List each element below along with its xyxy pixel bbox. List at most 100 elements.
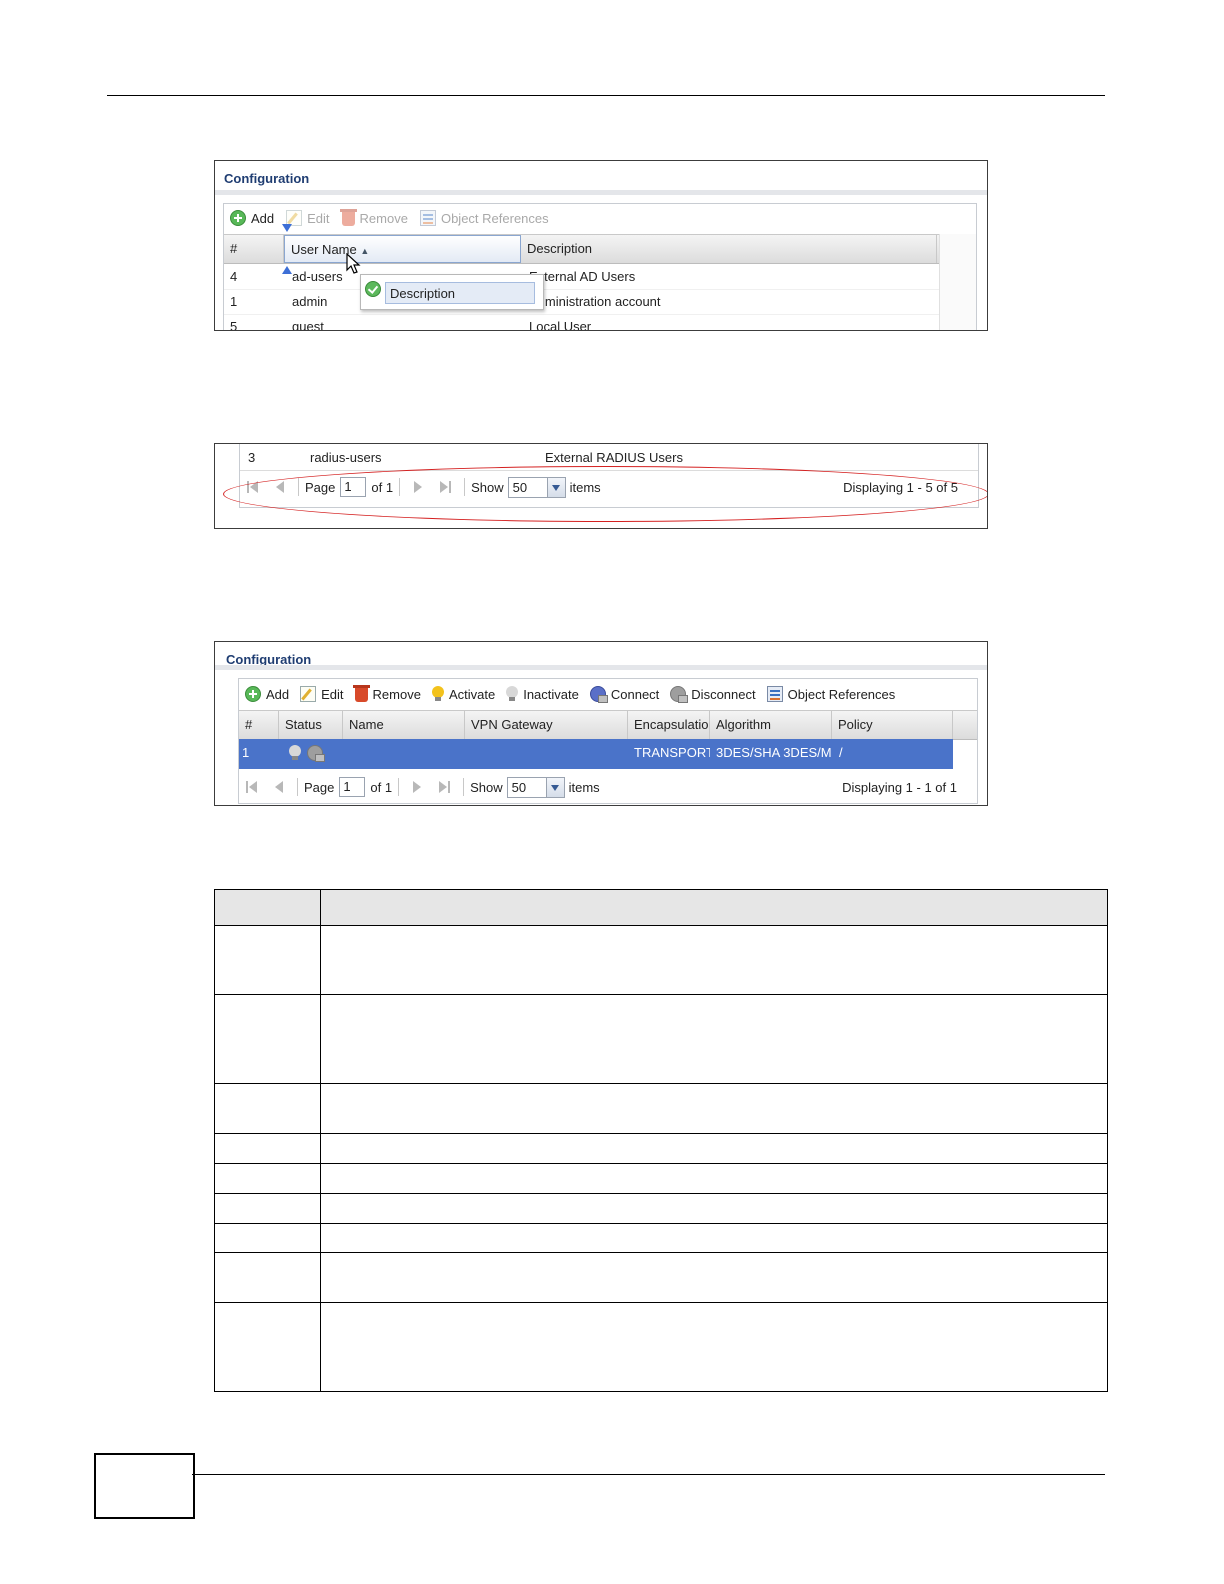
grid-header: # User Name ▲ Description [224,234,976,264]
remove-button[interactable]: Remove [352,685,421,702]
next-page-icon[interactable] [411,780,425,794]
remove-button[interactable]: Remove [339,209,408,226]
checkmark-icon [365,281,381,297]
add-icon [230,210,246,226]
row-encapsulation: TRANSPORT [634,745,710,760]
footer-rule [192,1474,1105,1475]
activate-bulb-icon [431,686,444,702]
description-cell [320,1133,1108,1164]
drop-arrow-down-icon [282,224,292,232]
column-header-algorithm[interactable]: Algorithm [710,711,832,739]
chevron-down-icon[interactable] [545,777,564,797]
row-description: Administration account [529,294,661,309]
label-cell [214,1133,321,1164]
table-row[interactable]: 5 guest Local User [224,314,976,331]
separator [463,778,465,796]
label-cell [214,1252,321,1303]
users-panel: Add Edit Remove Object References # User… [223,203,977,331]
separator [398,778,400,796]
object-references-label: Object References [440,210,549,226]
menu-item-description[interactable]: Description [385,282,535,304]
highlight-ellipse [223,466,987,522]
last-page-icon[interactable] [437,780,451,794]
edit-label: Edit [321,686,344,702]
label-cell [214,1083,321,1134]
column-header-name[interactable]: Name [343,711,465,739]
table-row [214,1302,1108,1392]
add-label: Add [251,210,275,226]
add-button[interactable]: Add [230,210,274,226]
object-references-icon [766,686,783,702]
column-header-description[interactable]: Description [521,235,937,263]
edit-label: Edit [307,210,330,226]
inactivate-bulb-icon [506,686,519,702]
page-label: Page [304,779,335,795]
object-references-icon [419,210,436,226]
table-header-row [214,889,1108,926]
row-number: 3 [248,450,256,465]
remove-label: Remove [372,686,421,702]
column-header-number[interactable]: # [239,711,279,739]
show-label: Show [470,779,503,795]
table-row[interactable]: 1 admin Administration account [224,289,976,315]
add-icon [245,686,261,702]
table-row [214,1223,1108,1253]
add-button[interactable]: Add [245,686,289,702]
activate-label: Activate [448,686,496,702]
row-number: 1 [230,294,238,309]
column-header-vpn-gateway[interactable]: VPN Gateway [465,711,628,739]
label-cell [214,1193,321,1224]
previous-page-icon[interactable] [271,780,285,794]
add-label: Add [266,686,290,702]
items-per-page-select[interactable]: 50 [506,776,565,798]
object-references-button[interactable]: Object References [766,686,896,702]
page-count-label: of 1 [370,779,393,795]
description-cell [320,1302,1108,1392]
table-row [214,994,1108,1084]
column-header-user-name[interactable]: User Name ▲ [284,235,521,263]
edit-button[interactable]: Edit [300,686,344,702]
description-cell [320,1163,1108,1194]
description-table [214,889,1108,1392]
config-screenshot-users: Configuration Add Edit Remove Object Ref… [214,160,988,331]
header-cell-description [320,889,1108,926]
label-cell [214,1163,321,1194]
table-row [214,1252,1108,1303]
connect-label: Connect [610,686,660,702]
column-header-policy[interactable]: Policy [832,711,953,739]
inactive-status-icon [289,745,301,761]
inactivate-button[interactable]: Inactivate [506,686,579,702]
row-user-name: guest [292,319,324,331]
disconnect-button[interactable]: Disconnect [670,686,756,703]
first-page-icon[interactable] [245,780,259,794]
object-references-label: Object References [787,686,896,702]
header-rule [107,95,1105,96]
connect-icon [589,686,608,703]
column-header-encapsulation[interactable]: Encapsulation [628,711,710,739]
scrollbar[interactable] [939,234,976,330]
edit-button[interactable]: Edit [286,210,330,226]
activate-button[interactable]: Activate [431,686,496,702]
page-number-input[interactable]: 1 [339,777,366,797]
column-header-number[interactable]: # [224,235,284,263]
column-header-status[interactable]: Status [279,711,343,739]
selected-table-row[interactable]: 1 TRANSPORT 3DES/SHA 3DES/MD / [239,739,953,769]
displaying-count: Displaying 1 - 1 of 1 [842,779,957,795]
connect-button[interactable]: Connect [589,686,660,703]
remove-icon [339,209,357,226]
paging-toolbar: Page 1 of 1 Show 50 items Displaying 1 -… [239,772,977,802]
object-references-button[interactable]: Object References [419,210,549,226]
description-cell [320,1193,1108,1224]
disconnect-icon [670,686,689,703]
page-number-box [94,1453,195,1519]
disconnected-status-icon [307,745,325,762]
row-number: 4 [230,269,238,284]
row-user-name: radius-users [310,450,382,465]
title-separator [215,190,987,195]
remove-label: Remove [359,210,408,226]
table-row[interactable]: 4 ad-users External AD Users [224,264,976,290]
separator [297,778,298,796]
description-cell [320,1252,1108,1303]
toolbar: Add Edit Remove Activate Inactivate Conn… [239,679,977,709]
vpn-panel: Add Edit Remove Activate Inactivate Conn… [238,678,978,804]
